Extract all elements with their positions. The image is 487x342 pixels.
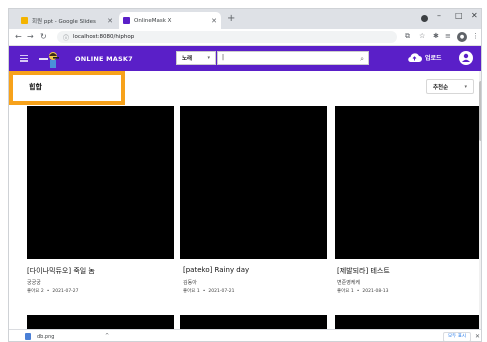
account-icon[interactable] — [459, 51, 473, 65]
scrollbar-thumb[interactable] — [479, 81, 481, 141]
info-icon[interactable]: ⓘ — [63, 33, 69, 42]
card-author: 변준영케케 — [337, 280, 361, 286]
reload-icon[interactable]: ↻ — [40, 32, 47, 41]
tab-onlinemask[interactable]: OnlineMask X ✕ — [119, 12, 221, 29]
site-header: ONLINE MASK7 노래 ▾ | ⌕ 업로드 — [9, 46, 481, 71]
forward-icon[interactable]: → — [27, 32, 34, 41]
video-thumbnail-2[interactable] — [180, 106, 327, 259]
card-title[interactable]: [pateko] Rainy day — [183, 266, 249, 274]
close-icon[interactable]: ✕ — [107, 17, 113, 25]
video-thumbnail-1[interactable] — [27, 106, 174, 259]
download-bar: db.png ^ 모두 표시 ✕ — [9, 329, 481, 341]
card-author: 김동아 — [183, 280, 197, 286]
card-meta: 좋아요 1 • 2021-07-21 — [183, 288, 235, 294]
card-likes: 좋아요 1 — [183, 289, 200, 294]
card-date: 2021-07-21 — [208, 289, 235, 294]
bookmark-star-icon[interactable]: ☆ — [419, 32, 425, 40]
card-title[interactable]: [다이나믹듀오] 죽일 놈 — [27, 266, 95, 276]
back-icon[interactable]: ← — [15, 32, 22, 41]
close-icon[interactable]: ✕ — [211, 17, 217, 25]
chevron-down-icon: ▾ — [464, 84, 467, 90]
search-input-value: | — [222, 54, 225, 61]
card-meta: 좋아요 2 • 2021-07-27 — [27, 288, 79, 294]
upload-button[interactable]: 업로드 — [407, 52, 442, 63]
translate-icon[interactable]: ⧉ — [405, 32, 410, 41]
search-category-select[interactable]: 노래 ▾ — [176, 51, 216, 65]
hamburger-icon[interactable] — [20, 55, 28, 62]
image-file-icon — [25, 333, 31, 340]
sort-select[interactable]: 추천순 ▾ — [426, 79, 474, 94]
search-category-label: 노래 — [182, 56, 193, 62]
search-icon[interactable]: ⌕ — [360, 53, 364, 65]
sort-label: 추천순 — [433, 84, 449, 91]
profile-icon[interactable] — [421, 15, 428, 22]
logo-icon[interactable] — [39, 49, 61, 69]
separator-dot: • — [356, 289, 360, 294]
search-input[interactable]: | ⌕ — [217, 51, 369, 65]
tab-strip: 회원 ppt - Google Slides ✕ OnlineMask X ✕ … — [9, 9, 481, 29]
new-tab-button[interactable]: + — [227, 13, 235, 24]
mask-icon — [123, 17, 130, 24]
minimize-icon[interactable]: – — [437, 11, 441, 20]
avatar[interactable]: ● — [457, 32, 467, 42]
chevron-up-icon[interactable]: ^ — [105, 333, 109, 339]
separator-dot: • — [202, 289, 206, 294]
tab-title: 회원 ppt - Google Slides — [32, 18, 96, 25]
tab-google-slides[interactable]: 회원 ppt - Google Slides ✕ — [17, 12, 117, 29]
cloud-upload-icon — [408, 53, 422, 63]
tab-title: OnlineMask X — [134, 17, 172, 24]
chevron-down-icon: ▾ — [207, 55, 210, 61]
url-text: localhost:8080/hiphop — [73, 34, 135, 40]
window-close-icon[interactable]: ✕ — [471, 11, 478, 20]
slides-icon — [21, 17, 28, 24]
menu-icon[interactable]: ⋮ — [472, 32, 479, 40]
card-date: 2021-07-27 — [52, 289, 79, 294]
show-all-button[interactable]: 모두 표시 — [443, 332, 471, 341]
browser-window: 회원 ppt - Google Slides ✕ OnlineMask X ✕ … — [8, 8, 482, 342]
scrollbar[interactable] — [479, 71, 481, 329]
card-title[interactable]: [제발되라] 테스트 — [337, 266, 390, 276]
card-likes: 좋아요 2 — [27, 289, 44, 294]
upload-label: 업로드 — [425, 55, 442, 62]
download-filename[interactable]: db.png — [37, 334, 54, 340]
brand-name[interactable]: ONLINE MASK7 — [75, 55, 133, 63]
card-likes: 좋아요 1 — [337, 289, 354, 294]
browser-toolbar: ← → ↻ ⓘ localhost:8080/hiphop ⧉ ☆ ✱ ≡ ● … — [9, 29, 481, 46]
highlight-box — [9, 71, 125, 105]
card-author: 궁궁궁 — [27, 280, 41, 286]
extension-icon[interactable]: ≡ — [445, 32, 451, 40]
address-bar[interactable]: ⓘ localhost:8080/hiphop — [57, 31, 397, 43]
card-date: 2021-08-13 — [362, 289, 389, 294]
video-thumbnail-3[interactable] — [335, 106, 481, 259]
separator-dot: • — [46, 289, 50, 294]
close-icon[interactable]: ✕ — [475, 333, 480, 340]
card-meta: 좋아요 1 • 2021-08-13 — [337, 288, 389, 294]
extensions-icon[interactable]: ✱ — [433, 32, 439, 40]
maximize-icon[interactable]: □ — [455, 11, 463, 20]
